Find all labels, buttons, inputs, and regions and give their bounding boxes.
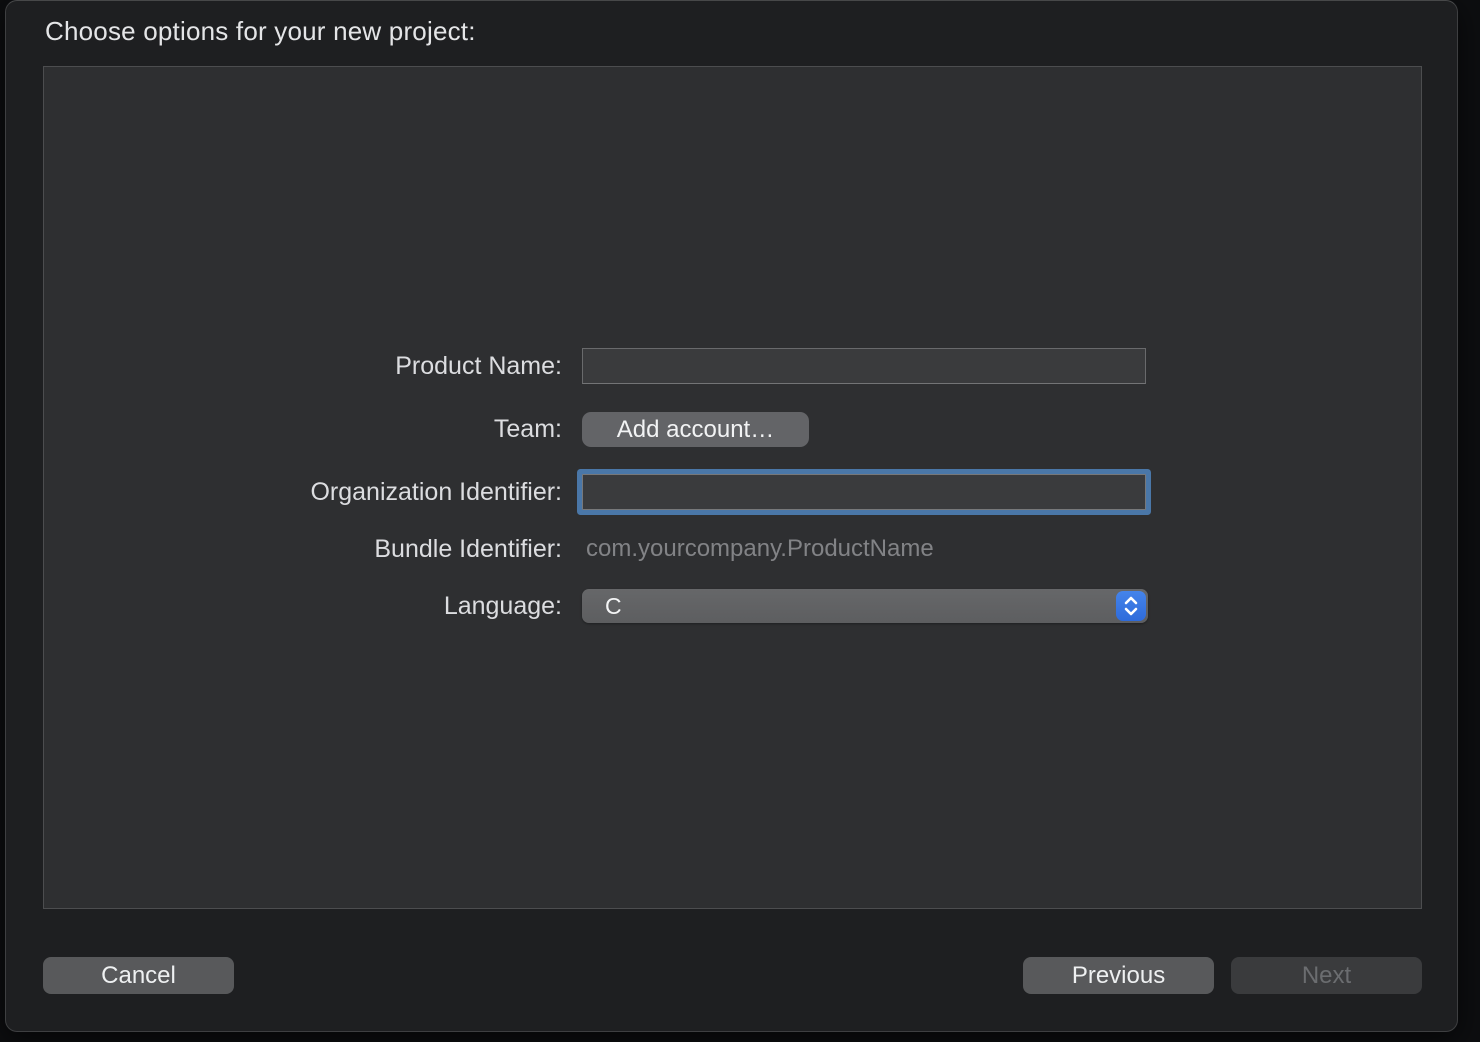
organization-identifier-row: Organization Identifier:: [44, 474, 1421, 510]
product-name-label: Product Name:: [44, 352, 562, 381]
product-name-row: Product Name:: [44, 348, 1421, 384]
cancel-button[interactable]: Cancel: [43, 957, 234, 994]
new-project-options-sheet: Choose options for your new project: Pro…: [5, 0, 1458, 1032]
team-row: Team: Add account…: [44, 412, 1421, 447]
bundle-identifier-value: com.yourcompany.ProductName: [586, 535, 934, 563]
language-label: Language:: [44, 592, 562, 621]
language-row: Language: C: [44, 589, 1421, 623]
organization-identifier-input[interactable]: [582, 474, 1146, 510]
organization-identifier-label: Organization Identifier:: [44, 478, 562, 507]
product-name-input[interactable]: [582, 348, 1146, 384]
bundle-identifier-label: Bundle Identifier:: [44, 535, 562, 564]
next-button[interactable]: Next: [1231, 957, 1422, 994]
up-down-chevrons-icon: [1116, 591, 1146, 621]
bundle-identifier-row: Bundle Identifier: com.yourcompany.Produ…: [44, 534, 1421, 564]
options-panel: Product Name: Team: Add account… Organiz…: [43, 66, 1422, 909]
language-selected-value: C: [605, 593, 622, 620]
team-label: Team:: [44, 415, 562, 444]
sheet-title: Choose options for your new project:: [45, 16, 476, 47]
language-popup-button[interactable]: C: [582, 589, 1148, 623]
add-account-button[interactable]: Add account…: [582, 412, 809, 447]
previous-button[interactable]: Previous: [1023, 957, 1214, 994]
